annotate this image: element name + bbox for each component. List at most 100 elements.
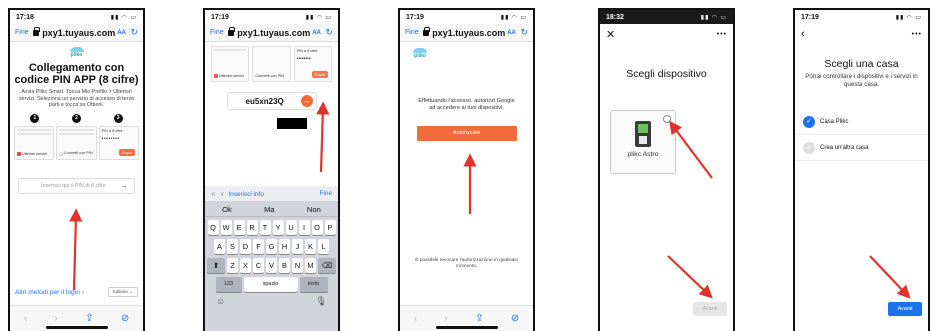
submit-arrow-icon[interactable]: →: [300, 95, 313, 107]
key[interactable]: M: [305, 258, 316, 273]
step-2-badge: 2: [71, 113, 81, 123]
back-icon[interactable]: ‹: [414, 313, 417, 324]
suggestion-1[interactable]: Ok: [222, 205, 232, 214]
key[interactable]: P: [324, 220, 336, 235]
back-icon[interactable]: ‹: [801, 28, 805, 40]
forward-icon[interactable]: ›: [444, 313, 447, 324]
revoke-note: È possibile revocare l'autorizzazione in…: [415, 258, 518, 269]
share-icon[interactable]: ⇪: [475, 313, 483, 324]
done-button[interactable]: Fine: [210, 29, 224, 36]
shift-icon[interactable]: ⬆: [207, 258, 225, 273]
next-button[interactable]: Avanti: [888, 302, 922, 316]
key[interactable]: F: [253, 239, 264, 254]
suggestion-3[interactable]: Non: [307, 205, 321, 214]
done-button[interactable]: Fine: [405, 29, 419, 36]
numbers-key[interactable]: 123: [215, 277, 242, 292]
other-login-link[interactable]: Altri metodi per il login ›: [15, 289, 84, 296]
step-1-badge: 1: [30, 113, 40, 123]
key[interactable]: C: [253, 258, 264, 273]
status-time: 17:19: [406, 13, 424, 21]
key[interactable]: L: [318, 239, 329, 254]
home-option-create[interactable]: + Crea un'altra casa: [795, 135, 928, 161]
authorize-button[interactable]: Autorizzare: [416, 126, 517, 141]
return-key[interactable]: invio: [299, 277, 328, 292]
key[interactable]: J: [292, 239, 303, 254]
key[interactable]: O: [311, 220, 323, 235]
key[interactable]: E: [233, 220, 245, 235]
space-key[interactable]: spazio: [243, 277, 298, 292]
key[interactable]: Z: [227, 258, 238, 273]
key[interactable]: N: [292, 258, 303, 273]
forward-icon[interactable]: ›: [54, 313, 57, 324]
home-option-existing[interactable]: ✓ Casa Plikc: [795, 109, 928, 135]
status-time: 18:32: [606, 13, 624, 21]
url-display[interactable]: pxy1.tuyaus.com AA: [423, 26, 516, 38]
key[interactable]: S: [227, 239, 238, 254]
more-icon[interactable]: •••: [912, 31, 922, 38]
home-list: ✓ Casa Plikc + Crea un'altra casa: [795, 109, 928, 161]
step-1-label: Ulteriori servizi: [22, 151, 47, 156]
keyboard-row-2: A S D F G H J K L: [206, 239, 337, 254]
url-display[interactable]: pxy1.tuyaus.com AA: [33, 26, 126, 38]
url-display[interactable]: pxy1.tuyaus.com AA: [228, 26, 321, 38]
check-icon: ✓: [803, 115, 815, 128]
emoji-icon[interactable]: ☺: [216, 296, 225, 307]
step-1-label: Ulteriori servizi: [219, 74, 244, 78]
key[interactable]: K: [305, 239, 316, 254]
reload-icon[interactable]: ↻: [520, 27, 528, 38]
microphone-icon[interactable]: 🎙: [316, 296, 327, 307]
back-icon[interactable]: ‹: [24, 313, 27, 324]
key[interactable]: U: [285, 220, 297, 235]
language-select[interactable]: Italiano ⌄: [108, 287, 138, 297]
autofill-info-button[interactable]: Inserisci info: [228, 191, 264, 198]
key[interactable]: V: [266, 258, 277, 273]
keyboard-done-button[interactable]: Fine: [320, 190, 332, 197]
key[interactable]: G: [266, 239, 277, 254]
pin-input[interactable]: Inserisci qui il PIN di 8 cifre →: [18, 177, 135, 194]
pin-placeholder: Inserisci qui il PIN di 8 cifre: [41, 182, 106, 189]
close-icon[interactable]: ✕: [606, 28, 615, 41]
key[interactable]: Q: [207, 220, 219, 235]
suggestion-2[interactable]: Ma: [264, 205, 275, 214]
text-size-button[interactable]: AA: [117, 30, 126, 36]
phone-choose-home: 17:19 ▮▮ ◠ ▭ ‹ ••• Scegli una casa Potrai …: [793, 8, 930, 331]
backspace-icon[interactable]: ⌫: [318, 258, 336, 273]
status-time: 17:19: [211, 13, 229, 21]
step-2-card: Connetti con PIN: [252, 46, 291, 82]
key[interactable]: H: [279, 239, 290, 254]
status-time: 17:19: [801, 13, 819, 21]
key[interactable]: Y: [272, 220, 284, 235]
done-button[interactable]: Fine: [15, 29, 29, 36]
step-1-card: Ulteriori servizi: [14, 125, 55, 160]
compass-icon[interactable]: ⊘: [511, 313, 519, 324]
key[interactable]: R: [246, 220, 258, 235]
key[interactable]: I: [298, 220, 310, 235]
text-size-button[interactable]: AA: [312, 30, 321, 36]
status-bar: 18:32 ▮▮ ◠ ▭: [600, 10, 733, 24]
key[interactable]: X: [240, 258, 251, 273]
text-size-button[interactable]: AA: [507, 30, 516, 36]
key[interactable]: A: [214, 239, 225, 254]
next-button[interactable]: Avanti: [693, 302, 727, 316]
reload-icon[interactable]: ↻: [325, 27, 333, 38]
status-bar: 17:19 ▮▮ ◠ ▭: [795, 10, 928, 24]
share-icon[interactable]: ⇪: [85, 313, 93, 324]
chevron-up-icon[interactable]: ∧: [211, 191, 216, 198]
lock-icon: [228, 26, 236, 36]
key[interactable]: D: [240, 239, 251, 254]
chevron-down-icon[interactable]: ∨: [220, 191, 225, 198]
arrow-right-icon[interactable]: →: [120, 181, 128, 190]
phone-choose-device: 18:32 ▮▮ ◠ ▭ ✕ ••• Scegli dispositivo plik…: [598, 8, 735, 331]
key[interactable]: T: [259, 220, 271, 235]
reload-icon[interactable]: ↻: [130, 27, 138, 38]
copy-button: Copia: [311, 71, 328, 78]
step-3-pin: ••••••••: [101, 135, 120, 142]
key[interactable]: W: [220, 220, 232, 235]
key[interactable]: B: [279, 258, 290, 273]
device-card[interactable]: plikc Astro: [610, 110, 676, 174]
step-2-card: ▢ Connetti con PIN: [56, 125, 97, 160]
compass-icon[interactable]: ⊘: [121, 313, 129, 324]
more-icon[interactable]: •••: [717, 31, 727, 38]
pin-input[interactable]: eu5xn23Q →: [226, 92, 317, 110]
device-radio[interactable]: [663, 115, 671, 123]
